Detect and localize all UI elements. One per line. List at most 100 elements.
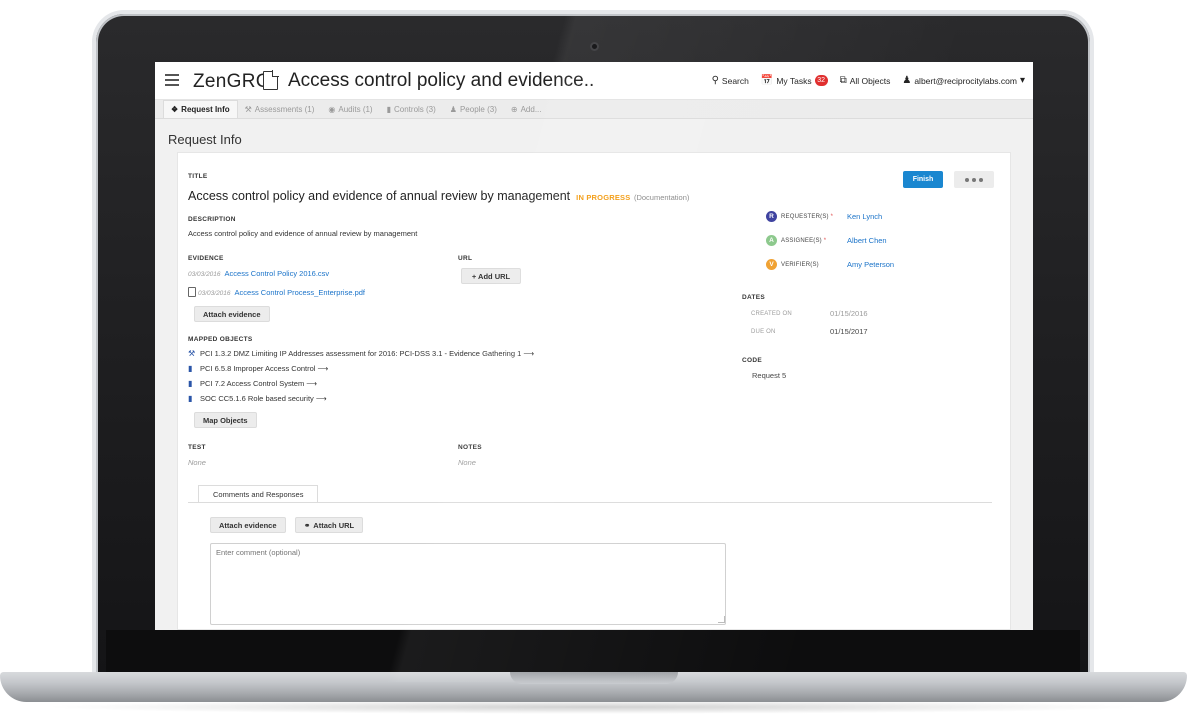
notes-label: NOTES bbox=[458, 444, 482, 451]
test-label: TEST bbox=[188, 444, 206, 451]
info-circle-icon: ❖ bbox=[171, 105, 179, 114]
requester-label: REQUESTER(S) * bbox=[781, 214, 847, 220]
assignee-label: ASSIGNEE(S) * bbox=[781, 238, 847, 244]
code-label: CODE bbox=[742, 357, 762, 364]
tasks-count-badge: 32 bbox=[814, 75, 828, 86]
tab-controls[interactable]: ▮ Controls (3) bbox=[380, 100, 443, 118]
more-options-button[interactable] bbox=[954, 171, 994, 188]
tab-label: Audits (1) bbox=[338, 104, 373, 114]
user-menu[interactable]: ♟ albert@reciprocitylabs.com ▾ bbox=[902, 75, 1025, 86]
tab-add[interactable]: ⊕ Add... bbox=[504, 100, 549, 118]
required-marker: * bbox=[830, 213, 834, 220]
attach-url-label: Attach URL bbox=[313, 520, 355, 530]
laptop-notch bbox=[510, 672, 678, 684]
search-label: Search bbox=[721, 75, 749, 86]
map-objects-button[interactable]: Map Objects bbox=[194, 412, 257, 428]
assignee-name[interactable]: Albert Chen bbox=[847, 236, 887, 245]
mapped-objects-label: MAPPED OBJECTS bbox=[188, 336, 253, 343]
tab-request-info[interactable]: ❖ Request Info bbox=[163, 100, 238, 118]
tab-people[interactable]: ♟ People (3) bbox=[443, 100, 504, 118]
verifier-name[interactable]: Amy Peterson bbox=[847, 260, 894, 269]
required-marker: * bbox=[823, 237, 827, 244]
camera-icon bbox=[590, 42, 599, 51]
page-title: Access control policy and evidence.. bbox=[288, 70, 595, 91]
plus-circle-icon: ⊕ bbox=[510, 104, 518, 114]
verifier-row: V VERIFIER(S) Amy Peterson bbox=[766, 259, 894, 270]
my-tasks-label: My Tasks bbox=[776, 75, 812, 86]
tab-label: People (3) bbox=[459, 104, 497, 114]
request-title-text: Access control policy and evidence of an… bbox=[188, 189, 571, 203]
add-url-button[interactable]: + Add URL bbox=[461, 268, 521, 284]
role-text: ASSIGNEE(S) bbox=[781, 237, 822, 244]
verifier-avatar: V bbox=[766, 259, 777, 270]
search-icon: ⚲ bbox=[711, 75, 719, 86]
mapped-object-text: PCI 7.2 Access Control System ⟶ bbox=[200, 379, 318, 388]
mapped-object-text: PCI 1.3.2 DMZ Limiting IP Addresses asse… bbox=[200, 349, 535, 358]
mapped-object-text: SOC CC5.1.6 Role based security ⟶ bbox=[200, 394, 327, 403]
comments-divider bbox=[188, 502, 992, 503]
video-camera-icon: ▮ bbox=[386, 104, 391, 114]
evidence-date: 03/03/2016 bbox=[198, 290, 231, 297]
file-icon bbox=[188, 287, 196, 297]
evidence-item[interactable]: 03/03/2016 Access Control Policy 2016.csv bbox=[188, 269, 329, 278]
link-icon: ⚭ bbox=[304, 520, 311, 530]
tab-label: Assessments (1) bbox=[254, 104, 315, 114]
evidence-link[interactable]: Access Control Policy 2016.csv bbox=[225, 269, 330, 278]
verifier-label: VERIFIER(S) bbox=[781, 261, 819, 268]
resize-handle-icon[interactable] bbox=[718, 616, 725, 623]
status-badge: IN PROGRESS bbox=[576, 193, 631, 202]
tab-audits[interactable]: ◉ Audits (1) bbox=[321, 100, 379, 118]
requester-name[interactable]: Ken Lynch bbox=[847, 212, 882, 221]
caret-down-icon: ▾ bbox=[1019, 75, 1025, 86]
created-on-value: 01/15/2016 bbox=[830, 309, 868, 318]
evidence-label: EVIDENCE bbox=[188, 255, 224, 262]
all-objects-link[interactable]: ⧉ All Objects bbox=[840, 75, 891, 86]
comment-attach-evidence-button[interactable]: Attach evidence bbox=[210, 517, 286, 533]
people-icon: ♟ bbox=[449, 104, 457, 114]
status-type: (Documentation) bbox=[633, 193, 690, 202]
attach-url-button[interactable]: ⚭ Attach URL bbox=[295, 517, 364, 533]
app-screen: ZenGRC Access control policy and evidenc… bbox=[155, 62, 1033, 630]
due-on-label: DUE ON bbox=[751, 329, 776, 335]
eye-icon: ◉ bbox=[328, 104, 336, 114]
tab-label: Controls (3) bbox=[394, 104, 436, 114]
laptop-chin bbox=[106, 630, 1080, 674]
comment-input[interactable] bbox=[210, 543, 726, 625]
tab-assessments[interactable]: ⚒ Assessments (1) bbox=[238, 100, 322, 118]
assignee-row: A ASSIGNEE(S) * Albert Chen bbox=[766, 235, 887, 246]
my-tasks-link[interactable]: 📅 My Tasks 32 bbox=[761, 75, 828, 86]
top-bar: ZenGRC Access control policy and evidenc… bbox=[155, 62, 1033, 100]
tab-label: Request Info bbox=[181, 105, 230, 114]
tab-label: Add... bbox=[520, 104, 542, 114]
brand-logo[interactable]: ZenGRC bbox=[193, 71, 270, 93]
top-nav: ⚲ Search 📅 My Tasks 32 ⧉ All Objects ♟ a… bbox=[712, 75, 1025, 86]
evidence-item[interactable]: 03/03/2016 Access Control Process_Enterpr… bbox=[188, 287, 365, 297]
evidence-link[interactable]: Access Control Process_Enterprise.pdf bbox=[235, 288, 365, 297]
calendar-icon: 📅 bbox=[760, 75, 774, 86]
dot-icon bbox=[979, 177, 983, 182]
code-value: Request 5 bbox=[752, 371, 787, 380]
gavel-icon: ⚒ bbox=[244, 104, 252, 114]
dot-icon bbox=[965, 177, 969, 182]
requester-avatar: R bbox=[766, 211, 777, 222]
mapped-object[interactable]: ▮ PCI 6.5.8 Improper Access Control ⟶ bbox=[188, 364, 328, 373]
gavel-icon: ⚒ bbox=[188, 349, 196, 358]
comments-tab[interactable]: Comments and Responses bbox=[198, 485, 319, 503]
title-label: TITLE bbox=[188, 173, 208, 180]
request-title: Access control policy and evidence of an… bbox=[188, 189, 689, 203]
all-objects-label: All Objects bbox=[849, 75, 891, 86]
finish-button[interactable]: Finish bbox=[903, 171, 943, 188]
url-label: URL bbox=[458, 255, 473, 262]
mapped-object[interactable]: ⚒ PCI 1.3.2 DMZ Limiting IP Addresses ass… bbox=[188, 349, 534, 358]
hamburger-menu-icon[interactable] bbox=[165, 74, 179, 86]
mapped-object[interactable]: ▮ SOC CC5.1.6 Role based security ⟶ bbox=[188, 394, 327, 403]
laptop-stage: ZenGRC Access control policy and evidenc… bbox=[0, 0, 1187, 726]
assignee-avatar: A bbox=[766, 235, 777, 246]
search-link[interactable]: ⚲ Search bbox=[712, 75, 749, 86]
attach-evidence-button[interactable]: Attach evidence bbox=[194, 306, 270, 322]
user-icon: ♟ bbox=[902, 75, 912, 86]
mapped-object[interactable]: ▮ PCI 7.2 Access Control System ⟶ bbox=[188, 379, 317, 388]
request-info-card: TITLE Access control policy and evidence… bbox=[177, 152, 1011, 630]
evidence-date: 03/03/2016 bbox=[188, 271, 221, 278]
notes-value: None bbox=[458, 458, 476, 467]
